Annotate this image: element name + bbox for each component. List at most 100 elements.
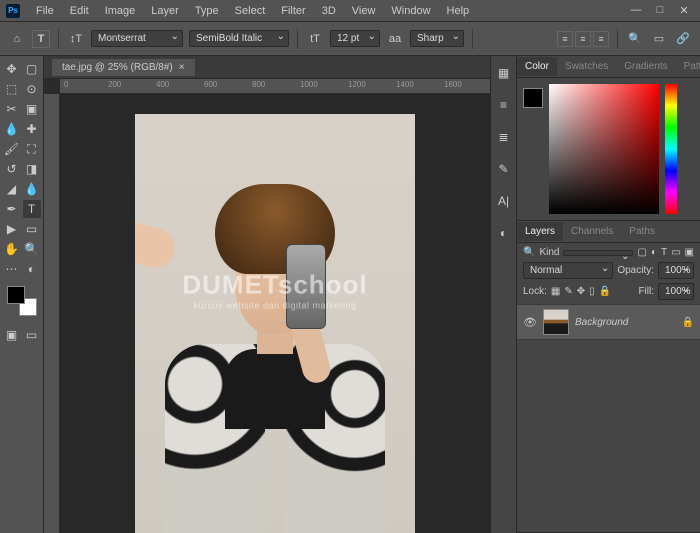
menu-layer[interactable]: Layer (143, 3, 187, 19)
text-orientation-icon[interactable]: ↕T (67, 30, 85, 48)
menu-help[interactable]: Help (439, 3, 478, 19)
lock-icon[interactable]: 🔒 (599, 286, 611, 297)
extra-tool[interactable]: ◐ (23, 260, 41, 278)
antialias-dropdown[interactable]: Sharp (410, 30, 464, 47)
crop-tool[interactable]: ✂ (3, 100, 21, 118)
move-tool[interactable]: ✥ (3, 60, 21, 78)
canvas-viewport[interactable]: DUMETschool kursus website dan digital m… (60, 94, 490, 533)
menu-select[interactable]: Select (227, 3, 274, 19)
align-left-icon[interactable]: ≡ (557, 31, 573, 47)
share-icon[interactable]: 🔗 (674, 30, 692, 48)
lock-pixels-icon[interactable]: ▦ (551, 286, 560, 297)
zoom-tool[interactable]: 🔍 (23, 240, 41, 258)
panel-icon-3[interactable]: ≣ (495, 128, 513, 146)
panel-icon-6[interactable]: ◐ (495, 224, 513, 242)
edit-toolbar[interactable]: ⋯ (3, 260, 21, 278)
visibility-icon[interactable]: 👁 (523, 316, 537, 329)
shape-tool[interactable]: ▭ (23, 220, 41, 238)
eyedropper-tool[interactable]: 💧 (3, 120, 21, 138)
foreground-color[interactable] (7, 286, 25, 304)
history-brush-tool[interactable]: ↺ (3, 160, 21, 178)
blend-mode-dropdown[interactable]: Normal (523, 262, 613, 279)
stamp-tool[interactable]: ⛶ (23, 140, 41, 158)
search-icon[interactable]: 🔍 (626, 30, 644, 48)
lock-artboard-icon[interactable]: ▯ (589, 286, 595, 297)
layer-lock-icon[interactable]: 🔒 (682, 317, 694, 328)
tab-paths[interactable]: Paths (621, 222, 663, 241)
ruler-mark: 1000 (300, 80, 318, 89)
layer-name: Background (575, 317, 676, 328)
maximize-button[interactable]: □ (654, 4, 666, 17)
layer-row[interactable]: 👁 Background 🔒 (517, 304, 700, 340)
minimize-button[interactable]: — (630, 4, 642, 17)
font-family-dropdown[interactable]: Montserrat (91, 30, 183, 47)
menu-window[interactable]: Window (383, 3, 438, 19)
workspace-icon[interactable]: ▭ (650, 30, 668, 48)
gradient-tool[interactable]: ◢ (3, 180, 21, 198)
font-size-dropdown[interactable]: 12 pt (330, 30, 380, 47)
leading-icon: aa (386, 30, 404, 48)
opacity-dropdown[interactable]: 100% (658, 262, 694, 279)
marquee-tool[interactable]: ⬚ (3, 80, 21, 98)
tool-preset[interactable]: T (32, 30, 50, 48)
screenmode-icon[interactable]: ▭ (23, 326, 41, 344)
tab-swatches[interactable]: Swatches (557, 57, 616, 76)
tab-close-icon[interactable]: × (179, 62, 185, 73)
menu-view[interactable]: View (344, 3, 384, 19)
opacity-label: Opacity: (617, 265, 654, 276)
lock-all-icon[interactable]: ✥ (577, 286, 585, 297)
filter-adjust-icon[interactable]: ◐ (651, 247, 657, 258)
filter-type-icon[interactable]: T (661, 247, 667, 258)
quickmask-icon[interactable]: ▣ (3, 326, 21, 344)
menu-edit[interactable]: Edit (62, 3, 97, 19)
color-swatches[interactable] (7, 286, 37, 316)
tab-layers[interactable]: Layers (517, 222, 563, 241)
layer-thumbnail[interactable] (543, 309, 569, 335)
lock-label: Lock: (523, 286, 547, 297)
blur-tool[interactable]: 💧 (23, 180, 41, 198)
filter-smart-icon[interactable]: ▣ (685, 247, 694, 258)
menu-type[interactable]: Type (187, 3, 227, 19)
close-button[interactable]: ✕ (678, 4, 690, 17)
layer-filter-dropdown[interactable] (563, 250, 633, 256)
fill-label: Fill: (638, 286, 654, 297)
document-tab[interactable]: tae.jpg @ 25% (RGB/8#) × (52, 59, 195, 76)
menu-filter[interactable]: Filter (273, 3, 313, 19)
color-current-swatch[interactable] (523, 88, 543, 108)
healing-tool[interactable]: ✚ (23, 120, 41, 138)
hand-tool[interactable]: ✋ (3, 240, 21, 258)
menu-image[interactable]: Image (97, 3, 144, 19)
lasso-tool[interactable]: ⊙ (23, 80, 41, 98)
menubar: File Edit Image Layer Type Select Filter… (28, 3, 630, 19)
menu-file[interactable]: File (28, 3, 62, 19)
tab-patterns[interactable]: Patterns (676, 57, 700, 76)
panel-icon-2[interactable]: ≡ (495, 96, 513, 114)
canvas-artwork: DUMETschool kursus website dan digital m… (135, 114, 415, 533)
filter-shape-icon[interactable]: ▭ (671, 247, 680, 258)
align-right-icon[interactable]: ≡ (593, 31, 609, 47)
pen-tool[interactable]: ✒ (3, 200, 21, 218)
brush-tool[interactable]: 🖌 (3, 140, 21, 158)
path-tool[interactable]: ▶ (3, 220, 21, 238)
align-center-icon[interactable]: ≡ (575, 31, 591, 47)
hue-slider[interactable] (665, 84, 677, 214)
frame-tool[interactable]: ▣ (23, 100, 41, 118)
tab-color[interactable]: Color (517, 57, 557, 76)
panel-icon-1[interactable]: ▦ (495, 64, 513, 82)
filter-pixel-icon[interactable]: ▢ (637, 247, 646, 258)
panel-icon-4[interactable]: ✎ (495, 160, 513, 178)
menu-3d[interactable]: 3D (314, 3, 344, 19)
options-bar: ⌂ T ↕T Montserrat SemiBold Italic tT 12 … (0, 22, 700, 56)
font-style-dropdown[interactable]: SemiBold Italic (189, 30, 289, 47)
home-icon[interactable]: ⌂ (8, 30, 26, 48)
artboard-tool[interactable]: ▢ (23, 60, 41, 78)
panel-icon-5[interactable]: A| (495, 192, 513, 210)
eraser-tool[interactable]: ◨ (23, 160, 41, 178)
type-tool[interactable]: T (23, 200, 41, 218)
tab-channels[interactable]: Channels (563, 222, 621, 241)
lock-position-icon[interactable]: ✎ (564, 286, 572, 297)
tab-gradients[interactable]: Gradients (616, 57, 675, 76)
fill-dropdown[interactable]: 100% (658, 283, 694, 300)
toolbox: ✥ ▢ ⬚ ⊙ ✂ ▣ 💧 ✚ 🖌 ⛶ ↺ ◨ ◢ 💧 ✒ T ▶ ▭ ✋ 🔍 … (0, 56, 44, 533)
color-spectrum[interactable] (549, 84, 659, 214)
